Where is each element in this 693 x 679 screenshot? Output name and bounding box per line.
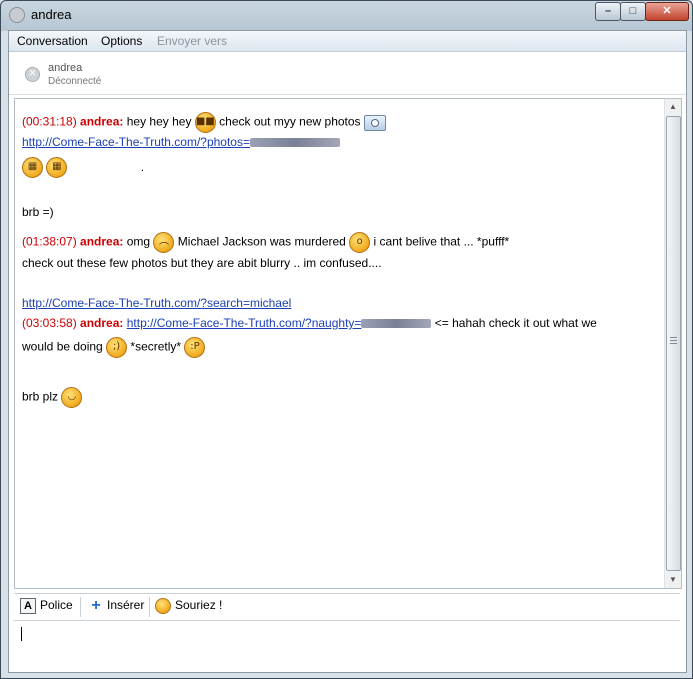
message-line: (00:31:18) andrea: hey hey hey ■■ check … [22,112,386,133]
contact-header: andrea Déconnecté [9,52,686,95]
message-link[interactable]: http://Come-Face-The-Truth.com/?search=m… [22,296,291,310]
message-input[interactable] [14,621,680,667]
message-text: omg [126,234,151,249]
message-time: (03:03:58) [22,316,77,330]
message-author: andrea: [80,114,124,129]
message-text: check out these few photos but they are … [22,256,382,270]
message-line: http://Come-Face-The-Truth.com/?photos= [22,135,340,149]
photo-icon [363,114,386,131]
minimize-button[interactable]: – [595,2,621,21]
close-icon: ✕ [662,5,672,17]
window-client: Conversation Options Envoyer vers andrea… [8,30,687,673]
menu-options[interactable]: Options [101,34,142,48]
text-caret [21,627,22,641]
message-text: *secretly* [130,339,182,354]
message-time: (01:38:07) [22,234,77,249]
insert-button[interactable]: + Insérer [89,596,145,616]
conversation-history[interactable]: (00:31:18) andrea: hey hey hey ■■ check … [14,98,682,589]
sad-emoticon: ︵ [153,232,175,253]
wink-emoticon: ;) [106,337,128,358]
contact-status: Déconnecté [48,76,102,87]
message-author: andrea: [80,316,124,330]
surprised-emoticon: o [349,232,371,253]
smile-emoticon: ◡ [61,387,83,408]
redacted-text [249,138,340,148]
format-toolbar: A Police + Insérer Souriez ! [14,593,680,621]
contact-name: andrea [48,62,83,74]
smiley-icon [155,598,171,614]
scroll-up-icon[interactable]: ▲ [665,99,681,115]
message-line: http://Come-Face-The-Truth.com/?search=m… [22,296,291,310]
app-icon [9,7,25,23]
message-line: brb =) [22,205,54,219]
font-button[interactable]: A Police [20,598,73,616]
scroll-grip-icon [670,337,677,345]
history-scrollbar[interactable]: ▲ ▼ [664,99,681,588]
message-text: hey hey hey [126,114,192,129]
maximize-icon: □ [629,5,637,17]
message-time: (00:31:18) [22,114,77,129]
redacted-text [361,319,432,329]
tongue-emoticon: :P [184,337,206,358]
scroll-down-icon[interactable]: ▼ [665,572,681,588]
window-title: andrea [31,7,72,22]
message-line: (03:03:58) andrea: http://Come-Face-The-… [22,316,597,330]
message-line: check out these few photos but they are … [22,256,382,270]
title-bar[interactable]: andrea – □ ✕ [1,1,692,29]
grin-emoticon: ▦ [46,157,68,178]
menu-conversation[interactable]: Conversation [17,34,88,48]
message-line: (01:38:07) andrea: omg ︵ Michael Jackson… [22,232,509,253]
status-offline-icon [25,65,40,82]
dot-text: . [140,159,145,174]
message-link[interactable]: http://Come-Face-The-Truth.com/?naughty= [127,316,362,330]
close-button[interactable]: ✕ [645,2,689,21]
message-text: brb plz [22,389,59,404]
message-text: Michael Jackson was murdered [177,234,346,249]
smile-label: Souriez ! [175,598,223,613]
message-author: andrea: [80,234,124,249]
message-text: brb =) [22,205,54,219]
maximize-button[interactable]: □ [620,2,646,21]
scroll-thumb[interactable] [666,116,681,571]
message-link[interactable]: http://Come-Face-The-Truth.com/?photos= [22,135,250,149]
font-icon: A [20,598,36,614]
toolbar-divider [80,597,81,617]
insert-label: Insérer [107,598,145,612]
cool-emoticon: ■■ [194,112,216,133]
chat-window: andrea – □ ✕ Conversation Options Envoye… [0,0,693,679]
toolbar-divider [149,597,150,617]
message-text: check out myy new photos [219,114,361,129]
message-line: would be doing ;) *secretly* :P [22,337,206,358]
minimize-icon: – [604,5,612,17]
message-line: brb plz ◡ [22,387,83,408]
message-text: i cant belive that ... *pufff* [373,234,510,249]
font-label: Police [40,598,73,613]
plus-icon: + [91,596,101,614]
grin-emoticon: ▦ [22,157,43,178]
message-text: <= hahah check it out what we [434,316,597,330]
menu-send-to: Envoyer vers [157,34,228,48]
smile-button[interactable]: Souriez ! [155,598,222,616]
message-text: would be doing [22,339,103,354]
message-line: ▦ ▦ . [22,157,144,178]
menu-bar: Conversation Options Envoyer vers [9,31,686,52]
